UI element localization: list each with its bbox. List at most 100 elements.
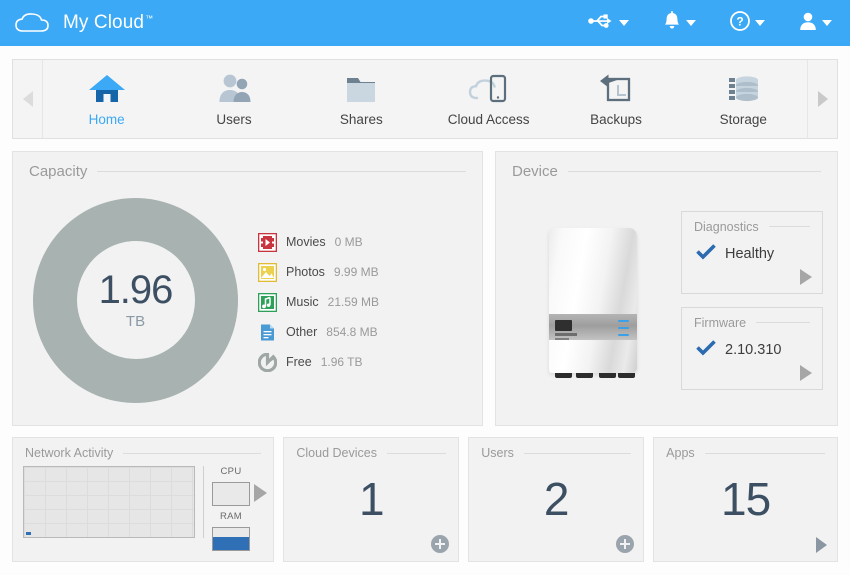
- users-widget: Users 2: [468, 437, 644, 562]
- nas-model-text: [555, 333, 577, 336]
- apps-header: Apps: [654, 438, 837, 460]
- divider: [387, 453, 446, 454]
- network-activity-widget: Network Activity CPU RAM: [12, 437, 274, 562]
- capacity-chart: 1.96 TB: [13, 198, 258, 403]
- legend-item: Music 21.59 MB: [258, 293, 379, 312]
- usb-icon: [588, 12, 614, 35]
- music-icon: [258, 293, 277, 312]
- legend-item: Free 1.96 TB: [258, 353, 379, 372]
- resource-gauges: CPU RAM: [212, 466, 250, 551]
- wd-logo: [555, 320, 572, 331]
- plus-circle-icon[interactable]: [616, 535, 634, 553]
- chevron-left-icon: [23, 91, 33, 107]
- legend-label: Photos: [286, 265, 325, 279]
- nav-item-storage[interactable]: Storage: [680, 60, 807, 138]
- legend-label: Movies: [286, 235, 326, 249]
- nav-label: Backups: [590, 112, 642, 127]
- nas-device-graphic: [549, 228, 637, 373]
- check-icon: [696, 244, 716, 265]
- network-body: CPU RAM: [13, 460, 273, 551]
- legend-value: 21.59 MB: [328, 295, 379, 309]
- nav-scroll-right[interactable]: [807, 60, 837, 138]
- diagnostics-card[interactable]: Diagnostics Healthy: [681, 211, 823, 294]
- play-arrow-icon[interactable]: [800, 365, 812, 381]
- usb-menu[interactable]: [588, 12, 629, 35]
- apps-widget: Apps 15: [653, 437, 838, 562]
- play-arrow-icon[interactable]: [800, 269, 812, 285]
- led-indicator: [618, 327, 629, 330]
- help-menu[interactable]: ?: [730, 11, 765, 36]
- nas-foot: [618, 373, 635, 378]
- dashboard-row-widgets: Network Activity CPU RAM Cloud Device: [0, 437, 850, 562]
- user-icon: [799, 11, 817, 36]
- storage-disks-icon: [723, 71, 763, 105]
- nav-item-cloud-access[interactable]: Cloud Access: [425, 60, 552, 138]
- legend-item: Other 854.8 MB: [258, 323, 379, 342]
- nav-item-home[interactable]: Home: [43, 60, 170, 138]
- network-header: Network Activity: [13, 438, 273, 460]
- divider: [769, 226, 810, 227]
- film-icon: [258, 233, 277, 252]
- chevron-down-icon: [822, 20, 832, 26]
- play-arrow-icon[interactable]: [816, 537, 827, 553]
- capacity-legend: Movies 0 MB Photos 9.99 MB: [258, 229, 379, 372]
- chevron-right-icon: [818, 91, 828, 107]
- panel-title: Cloud Devices: [296, 446, 377, 460]
- dashboard-row-primary: Capacity 1.96 TB: [0, 151, 850, 426]
- legend-label: Other: [286, 325, 317, 339]
- device-body: Diagnostics Healthy: [496, 180, 837, 420]
- nav-scroll-left[interactable]: [13, 60, 43, 138]
- panel-title: Device: [512, 163, 558, 180]
- divider: [203, 466, 204, 538]
- legend-label: Music: [286, 295, 319, 309]
- device-header: Device: [496, 152, 837, 180]
- firmware-header: Firmware: [682, 308, 822, 330]
- firmware-card[interactable]: Firmware 2.10.310: [681, 307, 823, 390]
- photo-icon: [258, 263, 277, 282]
- capacity-donut: 1.96 TB: [33, 198, 238, 403]
- divider: [97, 171, 466, 172]
- ram-gauge: [212, 527, 250, 551]
- header-tools: ?: [588, 11, 850, 36]
- cloud-devices-widget: Cloud Devices 1: [283, 437, 459, 562]
- svg-text:?: ?: [736, 14, 743, 28]
- divider: [756, 322, 810, 323]
- led-indicator: [618, 334, 629, 337]
- capacity-unit: TB: [126, 313, 145, 330]
- panel-title: Capacity: [29, 163, 87, 180]
- nas-sub-text: [555, 338, 569, 340]
- nav-label: Users: [216, 112, 251, 127]
- plus-circle-icon[interactable]: [431, 535, 449, 553]
- nav-item-backups[interactable]: Backups: [552, 60, 679, 138]
- nav-item-shares[interactable]: Shares: [298, 60, 425, 138]
- gauge-label: CPU: [221, 466, 242, 477]
- chevron-down-icon: [686, 20, 696, 26]
- activity-marker: [26, 532, 31, 535]
- nav-item-users[interactable]: Users: [170, 60, 297, 138]
- users-icon: [214, 71, 254, 105]
- capacity-center: 1.96 TB: [77, 241, 195, 359]
- panel-title: Network Activity: [25, 446, 113, 460]
- legend-value: 9.99 MB: [334, 265, 379, 279]
- device-status-cards: Diagnostics Healthy: [675, 211, 823, 390]
- capacity-body: 1.96 TB: [13, 180, 482, 420]
- play-arrow-icon[interactable]: [254, 484, 267, 502]
- alerts-menu[interactable]: [663, 11, 696, 36]
- nas-enclosure-image: [510, 228, 675, 373]
- main-nav: Home Users Shares: [12, 59, 838, 139]
- folder-icon: [341, 71, 381, 105]
- help-icon: ?: [730, 11, 750, 36]
- activity-graph[interactable]: [23, 466, 195, 538]
- panel-title: Apps: [666, 446, 695, 460]
- trademark: ™: [145, 14, 153, 23]
- brand: My Cloud™: [0, 11, 153, 35]
- apps-count: 15: [654, 476, 837, 522]
- nav-label: Cloud Access: [448, 112, 530, 127]
- legend-item: Movies 0 MB: [258, 233, 379, 252]
- cloud-devices-header: Cloud Devices: [284, 438, 458, 460]
- backup-arrow-icon: [596, 71, 636, 105]
- check-icon: [696, 340, 716, 361]
- home-icon: [87, 71, 127, 105]
- divider: [524, 453, 631, 454]
- account-menu[interactable]: [799, 11, 832, 36]
